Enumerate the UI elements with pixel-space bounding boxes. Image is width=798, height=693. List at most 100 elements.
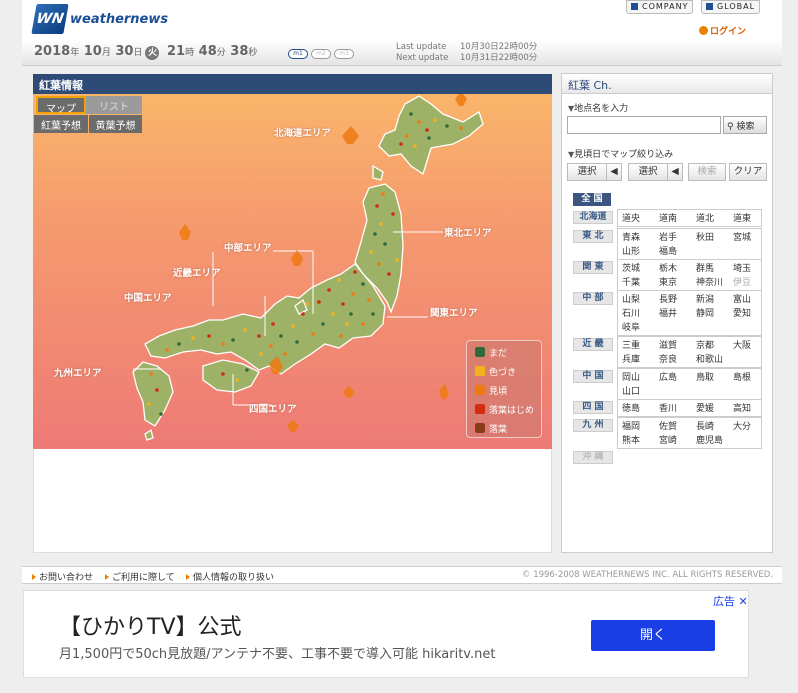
tab-map[interactable]: マップ — [36, 96, 86, 115]
ad-tag[interactable]: 広告 ✕ — [713, 593, 748, 609]
prefecture-link[interactable]: 道央 — [622, 211, 640, 224]
observation-point[interactable] — [405, 134, 409, 138]
area-chubu-link[interactable]: 中部エリア — [224, 240, 272, 254]
observation-point[interactable] — [221, 372, 225, 376]
mode-button-m1[interactable]: m1 — [288, 49, 308, 59]
prefecture-link[interactable]: 京都 — [696, 338, 714, 351]
observation-point[interactable] — [371, 312, 375, 316]
prefecture-link[interactable]: 長崎 — [696, 419, 714, 432]
observation-point[interactable] — [369, 250, 373, 254]
select-start[interactable]: 選択 — [567, 163, 607, 181]
observation-point[interactable] — [353, 270, 357, 274]
prefecture-link[interactable]: 東京 — [659, 275, 677, 288]
prefecture-link[interactable]: 神奈川 — [696, 275, 723, 288]
prefecture-link[interactable]: 富山 — [733, 292, 751, 305]
observation-point[interactable] — [207, 334, 211, 338]
tab-list[interactable]: リスト — [86, 96, 142, 114]
search-button[interactable]: ⚲ 検索 — [723, 116, 767, 134]
prefecture-link[interactable]: 山口 — [622, 384, 640, 397]
region-label[interactable]: 四 国 — [573, 401, 613, 414]
ad-open-button[interactable]: 開く — [591, 620, 715, 651]
area-kanto-link[interactable]: 関東エリア — [430, 305, 478, 319]
observation-point[interactable] — [377, 262, 381, 266]
privacy-link[interactable]: 個人情報の取り扱い — [186, 570, 274, 583]
observation-point[interactable] — [191, 336, 195, 340]
mode-button-m3[interactable]: m3 — [334, 49, 354, 59]
select-end-arrow-icon[interactable]: ◀ — [667, 163, 683, 181]
prefecture-link[interactable]: 大分 — [733, 419, 751, 432]
observation-point[interactable] — [417, 120, 421, 124]
observation-point[interactable] — [305, 302, 309, 306]
prefecture-link[interactable]: 大阪 — [733, 338, 751, 351]
observation-point[interactable] — [391, 212, 395, 216]
prefecture-link[interactable]: 山形 — [622, 244, 640, 257]
observation-point[interactable] — [409, 112, 413, 116]
prefecture-link[interactable]: 福岡 — [622, 419, 640, 432]
observation-point[interactable] — [349, 312, 353, 316]
tab-oyo-forecast[interactable]: 黄葉予想 — [89, 115, 142, 133]
observation-point[interactable] — [331, 312, 335, 316]
observation-point[interactable] — [361, 282, 365, 286]
observation-point[interactable] — [257, 334, 261, 338]
observation-point[interactable] — [177, 342, 181, 346]
observation-point[interactable] — [373, 232, 377, 236]
region-label[interactable]: 東 北 — [573, 230, 613, 243]
observation-point[interactable] — [367, 298, 371, 302]
area-kyushu-link[interactable]: 九州エリア — [54, 365, 102, 379]
observation-point[interactable] — [327, 288, 331, 292]
observation-point[interactable] — [269, 344, 273, 348]
prefecture-link[interactable]: 道東 — [733, 211, 751, 224]
observation-point[interactable] — [395, 258, 399, 262]
prefecture-link[interactable]: 徳島 — [622, 401, 640, 414]
select-end[interactable]: 選択 — [628, 163, 668, 181]
observation-point[interactable] — [317, 300, 321, 304]
filter-search-button[interactable]: 検索 — [688, 163, 726, 181]
prefecture-link[interactable]: 山梨 — [622, 292, 640, 305]
prefecture-link[interactable]: 香川 — [659, 401, 677, 414]
observation-point[interactable] — [339, 334, 343, 338]
weathernews-logo[interactable]: WN weathernews — [31, 4, 168, 34]
prefecture-link[interactable]: 岡山 — [622, 370, 640, 383]
prefecture-link[interactable]: 石川 — [622, 306, 640, 319]
observation-point[interactable] — [295, 340, 299, 344]
observation-point[interactable] — [147, 402, 151, 406]
observation-point[interactable] — [413, 144, 417, 148]
observation-point[interactable] — [383, 242, 387, 246]
observation-point[interactable] — [155, 388, 159, 392]
prefecture-link[interactable]: 鹿児島 — [696, 433, 723, 446]
prefecture-link[interactable]: 新潟 — [696, 292, 714, 305]
prefecture-link[interactable]: 島根 — [733, 370, 751, 383]
prefecture-link[interactable]: 伊豆 — [733, 275, 751, 288]
observation-point[interactable] — [271, 322, 275, 326]
observation-point[interactable] — [399, 142, 403, 146]
observation-point[interactable] — [149, 372, 153, 376]
observation-point[interactable] — [381, 192, 385, 196]
prefecture-link[interactable]: 鳥取 — [696, 370, 714, 383]
region-label[interactable]: 北海道 — [573, 211, 613, 224]
prefecture-link[interactable]: 熊本 — [622, 433, 640, 446]
global-link[interactable]: GLOBAL — [701, 0, 761, 14]
location-search-input[interactable] — [567, 116, 721, 134]
login-link[interactable]: ログイン — [699, 24, 746, 37]
observation-point[interactable] — [433, 118, 437, 122]
contact-link[interactable]: お問い合わせ — [32, 570, 93, 583]
observation-point[interactable] — [445, 124, 449, 128]
observation-point[interactable] — [279, 334, 283, 338]
observation-point[interactable] — [351, 292, 355, 296]
prefecture-link[interactable]: 宮城 — [733, 230, 751, 243]
observation-point[interactable] — [387, 272, 391, 276]
prefecture-link[interactable]: 秋田 — [696, 230, 714, 243]
region-label[interactable]: 沖 縄 — [573, 451, 613, 464]
select-start-arrow-icon[interactable]: ◀ — [606, 163, 622, 181]
observation-point[interactable] — [427, 136, 431, 140]
observation-point[interactable] — [337, 278, 341, 282]
prefecture-link[interactable]: 三重 — [622, 338, 640, 351]
prefecture-link[interactable]: 静岡 — [696, 306, 714, 319]
area-kinki-link[interactable]: 近畿エリア — [173, 265, 221, 279]
observation-point[interactable] — [311, 332, 315, 336]
ad-banner[interactable]: 広告 ✕ 【ひかりTV】公式 月1,500円で50ch見放題/アンテナ不要、工事… — [23, 590, 749, 678]
observation-point[interactable] — [165, 348, 169, 352]
prefecture-link[interactable]: 埼玉 — [733, 261, 751, 274]
clear-button[interactable]: クリア — [729, 163, 767, 181]
terms-link[interactable]: ご利用に際して — [105, 570, 175, 583]
